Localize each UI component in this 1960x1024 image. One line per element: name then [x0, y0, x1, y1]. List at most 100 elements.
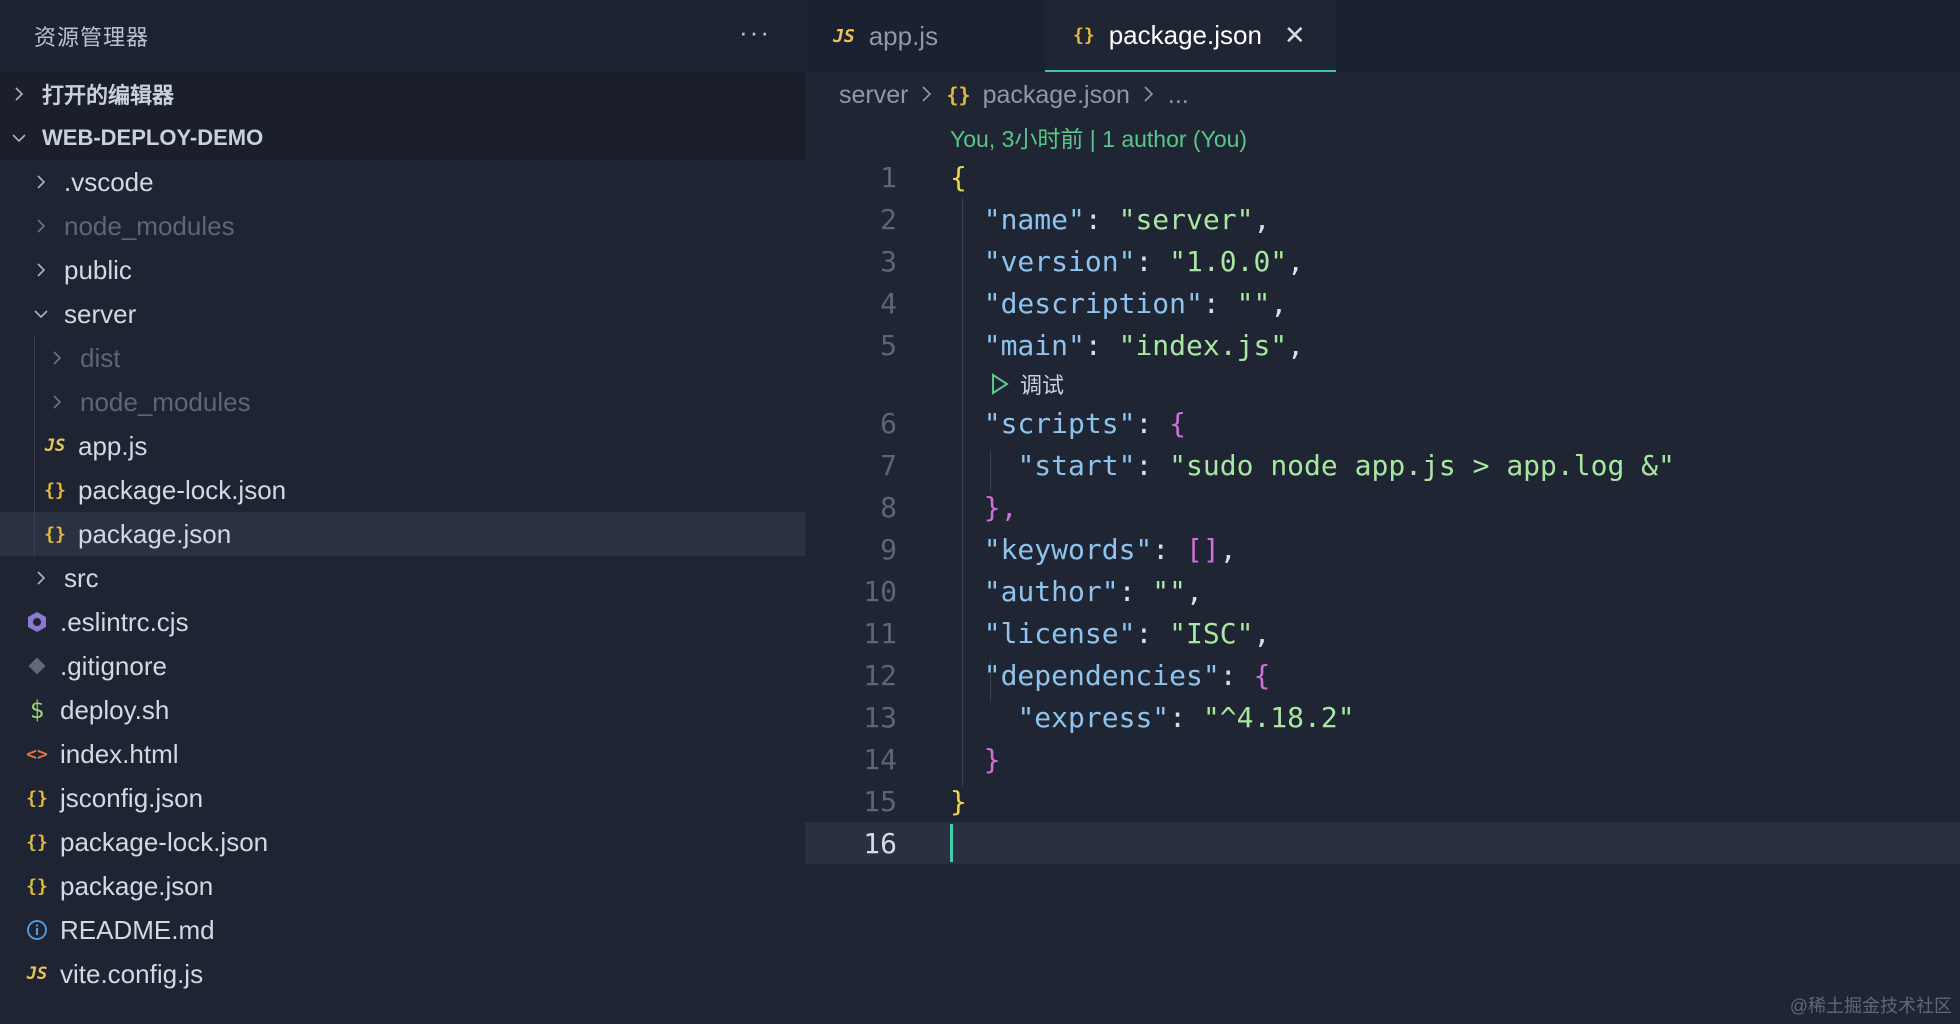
chevron-right-icon: [920, 81, 934, 110]
json-file-icon: {}: [44, 479, 66, 501]
tree-file-vite-config[interactable]: JS vite.config.js: [0, 952, 805, 996]
json-file-icon: {}: [44, 523, 66, 545]
indent-guide: [34, 468, 35, 512]
chevron-right-icon: [30, 567, 52, 589]
tree-file-deploy-sh[interactable]: $ deploy.sh: [0, 688, 805, 732]
tree-item-label: package-lock.json: [78, 474, 287, 505]
open-editors-section[interactable]: 打开的编辑器: [0, 72, 805, 116]
code-line: 10 "author": "",: [805, 570, 1960, 612]
tree-item-label: vite.config.js: [60, 958, 204, 989]
line-number: 10: [863, 574, 897, 608]
json-file-icon: {}: [26, 875, 48, 897]
chevron-down-icon: [8, 127, 30, 149]
line-number: 6: [880, 406, 897, 440]
code-line: 13 "express": "^4.18.2": [805, 696, 1960, 738]
tab-label: package.json: [1108, 19, 1262, 50]
tree-item-label: .vscode: [64, 166, 154, 197]
tab-package-json[interactable]: {} package.json ✕: [1045, 0, 1336, 72]
breadcrumb-more[interactable]: ...: [1168, 81, 1189, 110]
git-icon: [24, 656, 50, 676]
tree-item-label: deploy.sh: [60, 694, 170, 725]
tree-item-label: node_modules: [80, 386, 251, 417]
tree-file-app-js[interactable]: JS app.js: [0, 424, 805, 468]
code-text: {: [950, 160, 967, 194]
tree-file-index-html[interactable]: <> index.html: [0, 732, 805, 776]
code-line: 8 },: [805, 486, 1960, 528]
project-root-section[interactable]: WEB-DEPLOY-DEMO: [0, 116, 805, 160]
chevron-right-icon: [30, 215, 52, 237]
tree-folder-server-node-modules[interactable]: node_modules: [0, 380, 805, 424]
code-line: 1 {: [805, 156, 1960, 198]
code-text: "dependencies": {: [983, 658, 1271, 692]
tree-item-label: package-lock.json: [60, 826, 269, 857]
code-editor[interactable]: 1 { 2 "name": "server", 3 "version": "1.…: [805, 156, 1960, 864]
tree-folder-vscode[interactable]: .vscode: [0, 160, 805, 204]
tree-folder-node-modules[interactable]: node_modules: [0, 204, 805, 248]
tree-file-gitignore[interactable]: .gitignore: [0, 644, 805, 688]
tree-file-package-json-selected[interactable]: {} package.json: [0, 512, 805, 556]
tab-bar: JS app.js {} package.json ✕: [805, 0, 1960, 72]
tree-folder-src[interactable]: src: [0, 556, 805, 600]
breadcrumb-folder[interactable]: server: [839, 81, 908, 110]
tree-item-label: README.md: [60, 914, 215, 945]
text-cursor: [950, 824, 953, 862]
tree-item-label: node_modules: [64, 210, 235, 241]
code-text: }: [950, 784, 967, 818]
tree-folder-dist[interactable]: dist: [0, 336, 805, 380]
close-icon[interactable]: ✕: [1284, 20, 1306, 51]
tree-file-root-package-lock-json[interactable]: {} package-lock.json: [0, 820, 805, 864]
tree-item-label: index.html: [60, 738, 179, 769]
tree-file-package-lock-json[interactable]: {} package-lock.json: [0, 468, 805, 512]
line-number: 14: [863, 742, 897, 776]
js-file-icon: JS: [44, 436, 66, 456]
tree-item-label: app.js: [78, 430, 148, 461]
indent-guide: [34, 336, 35, 380]
code-text: "main": "index.js",: [983, 328, 1305, 362]
git-blame-codelens[interactable]: You, 3小时前 | 1 author (You): [805, 118, 1960, 156]
tree-item-label: .eslintrc.cjs: [60, 606, 189, 637]
chevron-right-icon: [46, 347, 68, 369]
code-line: 11 "license": "ISC",: [805, 612, 1960, 654]
tree-file-root-package-json[interactable]: {} package.json: [0, 864, 805, 908]
line-number: 9: [880, 532, 897, 566]
code-line: 5 "main": "index.js",: [805, 324, 1960, 366]
tree-folder-public[interactable]: public: [0, 248, 805, 292]
tree-item-label: package.json: [60, 870, 214, 901]
tree-item-label: package.json: [78, 518, 232, 549]
tree-file-jsconfig-json[interactable]: {} jsconfig.json: [0, 776, 805, 820]
code-line: 2 "name": "server",: [805, 198, 1960, 240]
json-file-icon: {}: [26, 831, 48, 853]
code-text: "version": "1.0.0",: [983, 244, 1305, 278]
line-number: 4: [880, 286, 897, 320]
breadcrumb: server {} package.json ...: [805, 72, 1960, 118]
code-text: "name": "server",: [983, 202, 1271, 236]
watermark: @稀土掘金技术社区: [1789, 996, 1952, 1016]
tree-item-label: src: [64, 562, 99, 593]
tree-folder-server[interactable]: server: [0, 292, 805, 336]
line-number: 15: [863, 784, 897, 818]
shell-script-icon: $: [29, 696, 45, 724]
editor-area: JS app.js {} package.json ✕ server {} pa…: [805, 0, 1960, 1024]
line-number: 5: [880, 328, 897, 362]
code-text: "start": "sudo node app.js > app.log &": [1017, 448, 1675, 482]
code-line: 4 "description": "",: [805, 282, 1960, 324]
code-line: 12 "dependencies": {: [805, 654, 1960, 696]
line-number: 8: [880, 490, 897, 524]
eslint-icon: [24, 611, 50, 633]
code-text: },: [983, 490, 1018, 524]
line-number: 1: [880, 160, 897, 194]
json-file-icon: {}: [26, 787, 48, 809]
indent-guide: [34, 424, 35, 468]
code-text: "author": "",: [983, 574, 1203, 608]
code-text: }: [983, 742, 1001, 776]
chevron-right-icon: [30, 259, 52, 281]
code-line: 9 "keywords": [],: [805, 528, 1960, 570]
tree-file-readme[interactable]: README.md: [0, 908, 805, 952]
tree-file-eslintrc[interactable]: .eslintrc.cjs: [0, 600, 805, 644]
breadcrumb-file[interactable]: package.json: [983, 81, 1130, 110]
more-actions-button[interactable]: ···: [739, 17, 771, 48]
tree-item-label: dist: [80, 342, 121, 373]
line-number: 2: [880, 202, 897, 236]
debug-codelens[interactable]: 调试: [805, 366, 1960, 402]
tab-app-js[interactable]: JS app.js: [805, 0, 1045, 72]
